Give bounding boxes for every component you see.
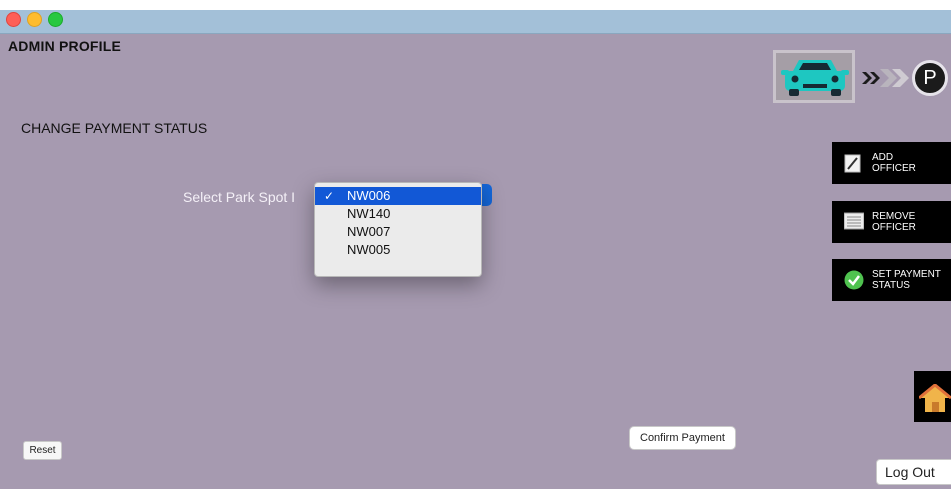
app-window: ADMIN PROFILE P CHANGE PAYMENT STATUS Se… bbox=[0, 10, 951, 489]
add-officer-button[interactable]: ADD OFFICER bbox=[832, 142, 951, 184]
close-button[interactable] bbox=[6, 12, 21, 27]
remove-officer-button[interactable]: REMOVE OFFICER bbox=[832, 201, 951, 243]
sidebar-item-label: OFFICER bbox=[872, 222, 916, 233]
checkmark-icon: ✓ bbox=[324, 189, 335, 203]
dropdown-option[interactable]: NW007 bbox=[315, 223, 481, 241]
title-bar bbox=[0, 10, 951, 34]
home-button[interactable] bbox=[914, 371, 951, 422]
dropdown-option[interactable]: ✓ NW006 bbox=[315, 187, 481, 205]
dropdown-option-label: NW007 bbox=[347, 224, 391, 239]
dropdown-option-label: NW005 bbox=[347, 242, 391, 257]
minimize-button[interactable] bbox=[27, 12, 42, 27]
sidebar-item-label: SET PAYMENT bbox=[872, 269, 941, 280]
sidebar-item-label: OFFICER bbox=[872, 163, 916, 174]
zoom-button[interactable] bbox=[48, 12, 63, 27]
list-icon bbox=[844, 212, 864, 230]
confirm-payment-button[interactable]: Confirm Payment bbox=[629, 426, 736, 450]
set-payment-status-button[interactable]: SET PAYMENT STATUS bbox=[832, 259, 951, 301]
sidebar-item-label: ADD bbox=[872, 152, 894, 163]
page-title: ADMIN PROFILE bbox=[8, 38, 122, 54]
dropdown-option-label: NW140 bbox=[347, 206, 391, 221]
double-chevron-icon bbox=[862, 69, 909, 87]
sidebar-item-label: REMOVE bbox=[872, 211, 916, 222]
dropdown-option[interactable]: NW005 bbox=[315, 241, 481, 259]
park-spot-label: Select Park Spot I bbox=[183, 189, 296, 205]
check-circle-icon bbox=[844, 270, 864, 290]
log-out-button[interactable]: Log Out bbox=[876, 459, 951, 485]
dropdown-option[interactable]: NW140 bbox=[315, 205, 481, 223]
park-spot-select[interactable] bbox=[482, 184, 492, 206]
home-icon bbox=[919, 384, 951, 412]
park-spot-dropdown-menu[interactable]: ✓ NW006 NW140 NW007 NW005 bbox=[314, 182, 482, 277]
edit-icon bbox=[844, 154, 861, 173]
car-icon bbox=[781, 60, 849, 96]
dropdown-option-label: NW006 bbox=[347, 188, 391, 203]
parking-icon: P bbox=[912, 60, 948, 96]
section-title: CHANGE PAYMENT STATUS bbox=[21, 120, 208, 136]
sidebar-item-label: STATUS bbox=[872, 280, 910, 291]
reset-button[interactable]: Reset bbox=[23, 441, 62, 460]
